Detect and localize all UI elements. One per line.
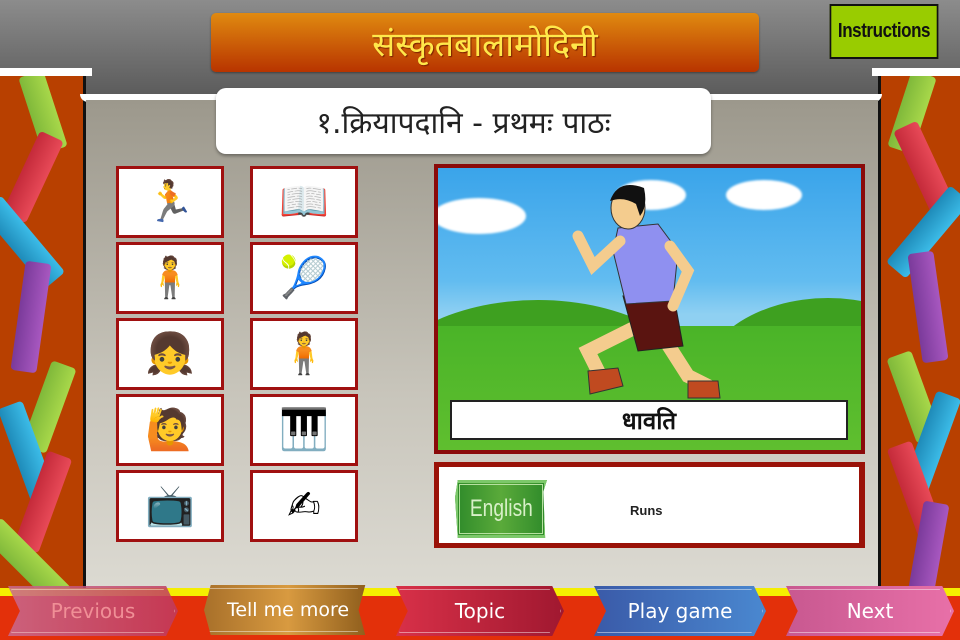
english-label: English	[469, 495, 533, 522]
word-thumbnail[interactable]: 🧍	[116, 242, 224, 314]
word-thumbnail[interactable]: 👧	[116, 318, 224, 390]
harmonium-singer-icon: 🎹	[279, 407, 329, 453]
fat-man-icon: 🧍	[145, 255, 195, 301]
word-thumbnail[interactable]: 📺	[116, 470, 224, 542]
tell-me-more-label: Tell me more	[226, 599, 350, 621]
pencil-icon	[10, 260, 52, 374]
word-thumbnail[interactable]: ✍	[250, 470, 358, 542]
topic-label: Topic	[454, 599, 506, 623]
app-title-banner: संस्कृतबालामोदिनी	[211, 13, 759, 72]
topic-button[interactable]: Topic	[396, 586, 564, 636]
left-panel-cap	[0, 68, 92, 76]
next-button[interactable]: Next	[786, 586, 954, 636]
left-pencil-decoration	[0, 72, 86, 592]
english-badge[interactable]: English	[455, 480, 547, 538]
word-thumbnail[interactable]: 🎾	[250, 242, 358, 314]
right-panel-cap	[872, 68, 960, 76]
play-game-button[interactable]: Play game	[594, 586, 766, 636]
pencil-icon	[907, 250, 949, 364]
running-boy-icon	[572, 184, 721, 399]
reading-boy-icon: 📖	[279, 179, 329, 225]
sitting-girl-icon: 👧	[145, 331, 195, 377]
cloud-icon	[438, 198, 526, 234]
lesson-heading: १.क्रियापदानि - प्रथमः पाठः	[216, 88, 711, 154]
word-illustration: धावति	[434, 164, 865, 454]
play-game-label: Play game	[627, 599, 733, 623]
app-title: संस्कृतबालामोदिनी	[372, 24, 598, 65]
word-thumbnail[interactable]: 📖	[250, 166, 358, 238]
instructions-label: Instructions	[837, 20, 931, 42]
sanskrit-word-box: धावति	[450, 400, 848, 440]
translation-panel: English Runs	[434, 462, 865, 548]
word-thumbnail[interactable]: 🏃	[116, 166, 224, 238]
watching-tv-icon: 📺	[145, 483, 195, 529]
word-thumbnail[interactable]: 🧍	[250, 318, 358, 390]
previous-label: Previous	[50, 599, 136, 623]
tell-me-more-button[interactable]: Tell me more	[204, 585, 366, 635]
next-label: Next	[846, 599, 894, 623]
english-translation: Runs	[630, 503, 663, 518]
word-thumbnail[interactable]: 🎹	[250, 394, 358, 466]
lesson-title: १.क्रियापदानि - प्रथमः पाठः	[316, 105, 611, 141]
tennis-player-icon: 🎾	[279, 255, 329, 301]
running-boy-icon: 🏃	[145, 179, 195, 225]
instructions-button[interactable]: Instructions	[829, 4, 939, 59]
writing-girl-icon: ✍	[287, 483, 321, 529]
word-thumbnail[interactable]: 🙋	[116, 394, 224, 466]
right-pencil-decoration	[878, 72, 960, 592]
standing-man-icon: 🧍	[279, 331, 329, 377]
sanskrit-word: धावति	[621, 406, 677, 435]
previous-button[interactable]: Previous	[8, 586, 178, 636]
eating-boy-icon: 🙋	[145, 407, 195, 453]
